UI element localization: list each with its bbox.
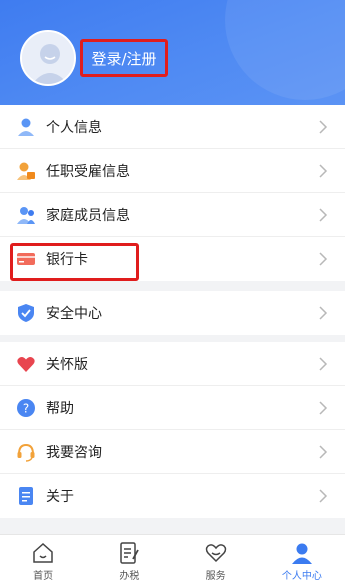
menu-item-care-mode[interactable]: 关怀版 bbox=[0, 342, 345, 386]
avatar-icon bbox=[22, 32, 74, 84]
family-icon bbox=[16, 205, 36, 225]
menu-item-family-info[interactable]: 家庭成员信息 bbox=[0, 193, 345, 237]
service-icon bbox=[205, 544, 226, 563]
login-register-label: 登录/注册 bbox=[91, 49, 157, 68]
menu-item-label: 任职受雇信息 bbox=[46, 163, 130, 180]
user-center-icon bbox=[291, 543, 312, 564]
tab-label: 首页 bbox=[33, 571, 54, 582]
tab-label: 办税 bbox=[119, 571, 140, 582]
menu-item-label: 安全中心 bbox=[46, 306, 102, 322]
tab-label: 服务 bbox=[205, 571, 226, 582]
tab-service[interactable]: 服务 bbox=[173, 535, 259, 584]
menu-item-help[interactable]: ? 帮助 bbox=[0, 386, 345, 430]
menu-item-security-center[interactable]: 安全中心 bbox=[0, 291, 345, 335]
svg-text:?: ? bbox=[23, 402, 29, 416]
employment-icon bbox=[16, 161, 36, 181]
chevron-right-icon bbox=[319, 164, 328, 178]
menu-item-label: 个人信息 bbox=[46, 119, 102, 136]
chevron-right-icon bbox=[319, 208, 328, 222]
tab-tax[interactable]: 办税 bbox=[86, 535, 172, 584]
help-icon: ? bbox=[16, 398, 36, 418]
menu-item-about[interactable]: 关于 bbox=[0, 474, 345, 518]
chevron-right-icon bbox=[319, 445, 328, 459]
menu-item-label: 家庭成员信息 bbox=[46, 207, 130, 224]
tax-icon bbox=[120, 542, 140, 564]
person-icon bbox=[16, 117, 36, 137]
menu-item-label: 我要咨询 bbox=[46, 444, 102, 461]
heart-icon bbox=[16, 354, 36, 374]
tab-user-center[interactable]: 个人中心 bbox=[259, 535, 345, 584]
chevron-right-icon bbox=[319, 120, 328, 134]
menu-group-security: 安全中心 bbox=[0, 291, 345, 335]
header-decoration bbox=[225, 0, 345, 100]
bottom-tab-bar: 首页 办税 服务 个人中心 bbox=[0, 534, 345, 584]
menu-item-label: 关怀版 bbox=[46, 356, 88, 373]
tab-label: 个人中心 bbox=[281, 571, 322, 582]
menu-item-consult[interactable]: 我要咨询 bbox=[0, 430, 345, 474]
document-icon bbox=[16, 486, 36, 506]
home-icon bbox=[33, 542, 53, 563]
chevron-right-icon bbox=[319, 489, 328, 503]
chevron-right-icon bbox=[319, 401, 328, 415]
shield-icon bbox=[16, 303, 36, 323]
menu-item-label: 关于 bbox=[46, 489, 74, 505]
chevron-right-icon bbox=[319, 252, 328, 266]
menu-item-label: 帮助 bbox=[46, 400, 74, 417]
login-register-button[interactable]: 登录/注册 bbox=[80, 39, 168, 77]
avatar[interactable] bbox=[20, 30, 76, 86]
profile-header: 登录/注册 bbox=[0, 0, 345, 105]
headset-icon bbox=[16, 442, 36, 462]
bank-card-highlight-box bbox=[10, 243, 139, 281]
tab-home[interactable]: 首页 bbox=[0, 535, 86, 584]
menu-group-more: 关怀版 ? 帮助 我要咨询 关于 bbox=[0, 342, 345, 518]
chevron-right-icon bbox=[319, 357, 328, 371]
menu-item-personal-info[interactable]: 个人信息 bbox=[0, 105, 345, 149]
menu-item-employment-info[interactable]: 任职受雇信息 bbox=[0, 149, 345, 193]
chevron-right-icon bbox=[319, 306, 328, 320]
